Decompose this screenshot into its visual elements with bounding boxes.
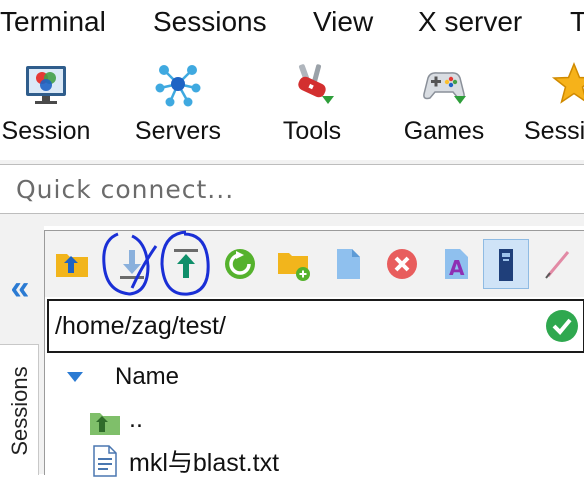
parent-directory-button[interactable] (49, 239, 95, 289)
tools-button[interactable]: Tools (266, 50, 358, 156)
quick-connect-input[interactable] (0, 164, 584, 214)
servers-label: Servers (134, 117, 222, 145)
sessions-toolbar-button[interactable]: Sessi (524, 50, 584, 156)
games-button[interactable]: Games (396, 50, 492, 156)
file-name: .. (129, 405, 143, 433)
confirm-path-icon[interactable] (545, 309, 579, 343)
new-file-icon (337, 249, 360, 279)
upload-button[interactable] (163, 239, 209, 289)
follow-terminal-icon (499, 249, 513, 281)
new-folder-button[interactable] (271, 239, 317, 289)
download-icon (120, 250, 144, 279)
edit-button[interactable] (535, 239, 581, 289)
servers-button[interactable]: Servers (128, 50, 228, 156)
download-button[interactable] (109, 239, 155, 289)
path-input[interactable] (55, 305, 515, 347)
servers-network-icon (155, 65, 201, 107)
quick-connect-bar (0, 160, 584, 226)
session-button[interactable]: Session (0, 50, 92, 156)
delete-icon (387, 249, 417, 279)
list-item[interactable]: .. (89, 403, 579, 443)
menu-sessions[interactable]: Sessions (153, 6, 267, 38)
sessions-side-tab-label: Sessions (7, 366, 32, 456)
column-header-name[interactable]: Name (115, 363, 179, 391)
menu-bar: Terminal Sessions View X server T (0, 0, 584, 50)
upload-icon (174, 249, 198, 278)
file-browser-toolbar: A (45, 231, 584, 297)
session-label: Session (1, 117, 91, 145)
sort-descending-icon[interactable] (65, 369, 85, 385)
delete-button[interactable] (379, 239, 425, 289)
follow-terminal-folder-button[interactable] (483, 239, 529, 289)
sessions-side-tab[interactable]: Sessions (0, 344, 39, 475)
parent-directory-icon (56, 254, 88, 277)
rename-icon: A (445, 249, 468, 280)
tools-knife-icon (298, 64, 334, 104)
file-list: Name .. mkl与blast.txt (45, 357, 584, 477)
path-bar (47, 299, 584, 353)
file-browser-panel: A Name (44, 230, 584, 477)
svg-text:A: A (449, 256, 465, 280)
new-folder-icon (278, 253, 310, 281)
refresh-icon (225, 249, 255, 279)
list-item[interactable]: mkl与blast.txt (89, 441, 579, 481)
menu-view[interactable]: View (313, 6, 373, 38)
menu-x-server[interactable]: X server (418, 6, 522, 38)
new-file-button[interactable] (325, 239, 371, 289)
left-sidebar-strip: « Sessions (0, 226, 44, 475)
parent-folder-icon (90, 413, 120, 435)
session-monitor-icon (26, 66, 66, 104)
games-label: Games (403, 117, 485, 145)
tools-label: Tools (282, 117, 342, 145)
gamepad-icon (423, 72, 466, 104)
menu-terminal[interactable]: Terminal (0, 6, 106, 38)
refresh-button[interactable] (217, 239, 263, 289)
star-icon (551, 62, 584, 104)
text-file-icon (93, 445, 117, 477)
main-toolbar: Session Servers Tools Games Sessi (0, 50, 584, 160)
sessions-toolbar-label: Sessi (524, 117, 584, 145)
menu-tools-truncated[interactable]: T (570, 6, 584, 38)
edit-icon (545, 251, 570, 279)
rename-button[interactable]: A (433, 239, 479, 289)
collapse-sidebar-icon[interactable]: « (2, 268, 38, 308)
